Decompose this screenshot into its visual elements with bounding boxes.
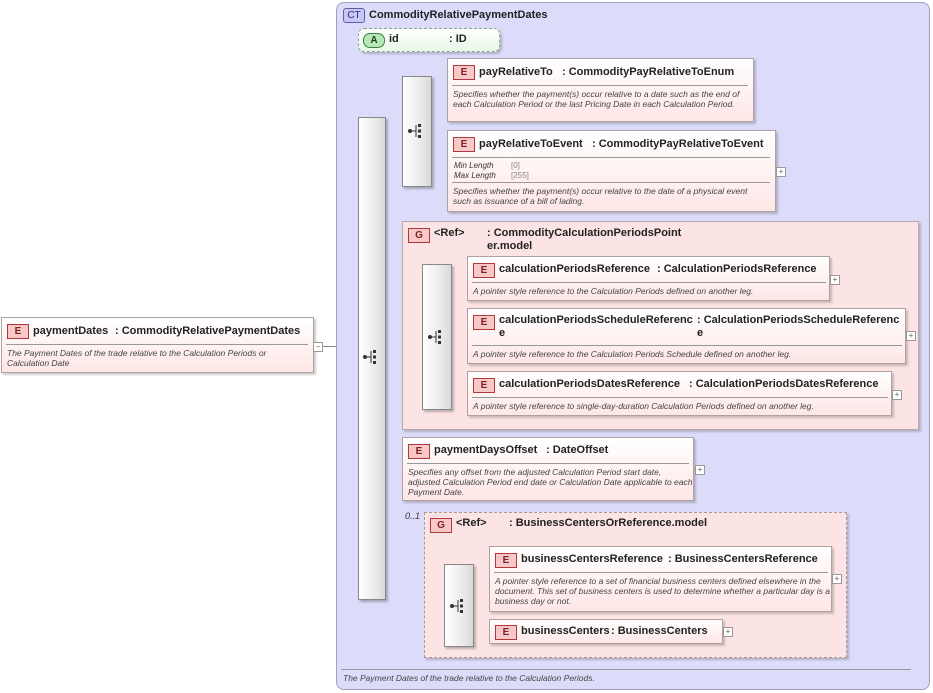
element-doc: Specifies any offset from the adjusted C… <box>408 467 693 497</box>
separator <box>341 669 911 670</box>
element-badge: E <box>473 378 495 393</box>
element-type: : BusinessCenters <box>611 625 708 637</box>
element-name: businessCentersReference <box>521 553 663 565</box>
element-name: payRelativeTo <box>479 66 553 78</box>
element-badge: E <box>473 263 495 278</box>
expand-toggle[interactable]: + <box>906 331 916 341</box>
attribute-type: : ID <box>449 33 467 45</box>
complex-type-doc: The Payment Dates of the trade relative … <box>343 673 595 683</box>
element-type: : CommodityPayRelativeToEnum <box>562 66 735 78</box>
element-businessCenters[interactable]: E businessCenters : BusinessCenters <box>489 619 723 644</box>
cardinality-label: 0..1 <box>405 511 421 521</box>
element-name: payRelativeToEvent <box>479 138 583 150</box>
element-name: paymentDates <box>33 325 109 337</box>
expand-toggle[interactable]: + <box>723 627 733 637</box>
separator <box>452 182 770 183</box>
attribute-id-box[interactable]: A id : ID <box>358 28 500 52</box>
element-paymentDaysOffset[interactable]: E paymentDaysOffset : DateOffset Specifi… <box>402 437 694 501</box>
separator <box>452 157 770 158</box>
element-doc: Specifies whether the payment(s) occur r… <box>453 186 748 206</box>
element-doc: A pointer style reference to single-day-… <box>473 401 814 411</box>
sequence-icon <box>363 350 376 364</box>
element-payRelativeTo[interactable]: E payRelativeTo : CommodityPayRelativeTo… <box>447 58 754 122</box>
element-type: : CalculationPeriodsReference <box>657 263 817 275</box>
element-calculationPeriodsScheduleReference[interactable]: E calculationPeriodsScheduleReference : … <box>467 308 906 364</box>
sequence-icon <box>428 330 441 344</box>
element-businessCentersReference[interactable]: E businessCentersReference : BusinessCen… <box>489 546 832 612</box>
group-badge: G <box>430 518 452 533</box>
facet-value: [0] <box>511 161 520 170</box>
group-ref: <Ref> <box>456 517 487 529</box>
element-type: : DateOffset <box>546 444 609 456</box>
element-calculationPeriodsDatesReference[interactable]: E calculationPeriodsDatesReference : Cal… <box>467 371 892 416</box>
facet-value: [255] <box>511 171 529 180</box>
group-type: : CommodityCalculationPeriodsPointer.mod… <box>487 227 682 252</box>
expand-toggle[interactable]: + <box>892 390 902 400</box>
element-type: : CommodityRelativePaymentDates <box>115 325 301 337</box>
element-type: : CommodityPayRelativeToEvent <box>592 138 764 150</box>
separator <box>472 282 826 283</box>
separator <box>452 85 748 86</box>
element-badge: E <box>473 315 495 330</box>
group-type: : BusinessCentersOrReference.model <box>509 517 708 529</box>
attribute-name: id <box>389 33 399 45</box>
collapse-toggle[interactable]: − <box>313 342 323 352</box>
separator <box>407 463 689 464</box>
root-element-box[interactable]: E paymentDates : CommodityRelativePaymen… <box>1 317 314 373</box>
element-badge: E <box>7 324 29 339</box>
complex-type-badge: CT <box>343 8 365 23</box>
expand-toggle[interactable]: + <box>776 167 786 177</box>
element-badge: E <box>453 137 475 152</box>
element-doc: Specifies whether the payment(s) occur r… <box>453 89 740 109</box>
sequence-icon <box>408 124 421 138</box>
element-badge: E <box>408 444 430 459</box>
element-payRelativeToEvent[interactable]: E payRelativeToEvent : CommodityPayRelat… <box>447 130 776 212</box>
element-badge: E <box>495 553 517 568</box>
expand-toggle[interactable]: + <box>695 465 705 475</box>
element-name: businessCenters <box>521 625 610 637</box>
complex-type-name: CommodityRelativePaymentDates <box>369 9 548 21</box>
element-doc: A pointer style reference to a set of fi… <box>495 576 830 606</box>
element-name: paymentDaysOffset <box>434 444 538 456</box>
element-badge: E <box>453 65 475 80</box>
attribute-badge: A <box>363 33 385 48</box>
expand-toggle[interactable]: + <box>832 574 842 584</box>
group-badge: G <box>408 228 430 243</box>
element-calculationPeriodsReference[interactable]: E calculationPeriodsReference : Calculat… <box>467 256 830 301</box>
separator <box>494 572 828 573</box>
element-type: : CalculationPeriodsDatesReference <box>689 378 879 390</box>
separator <box>6 344 308 345</box>
element-name: calculationPeriodsDatesReference <box>499 378 680 390</box>
separator <box>472 397 888 398</box>
sequence-icon <box>450 599 463 613</box>
facet-label: Max Length <box>454 171 496 180</box>
element-name: calculationPeriodsReference <box>499 263 651 275</box>
element-doc: The Payment Dates of the trade relative … <box>7 348 267 368</box>
element-type: : BusinessCentersReference <box>668 553 818 565</box>
group-ref: <Ref> <box>434 227 465 239</box>
separator <box>472 345 902 346</box>
element-doc: A pointer style reference to the Calcula… <box>473 286 754 296</box>
expand-toggle[interactable]: + <box>830 275 840 285</box>
element-badge: E <box>495 625 517 640</box>
element-doc: A pointer style reference to the Calcula… <box>473 349 792 359</box>
element-type: : CalculationPeriodsScheduleReference <box>697 314 900 339</box>
element-name: calculationPeriodsScheduleReference <box>499 314 693 339</box>
facet-label: Min Length <box>454 161 494 170</box>
